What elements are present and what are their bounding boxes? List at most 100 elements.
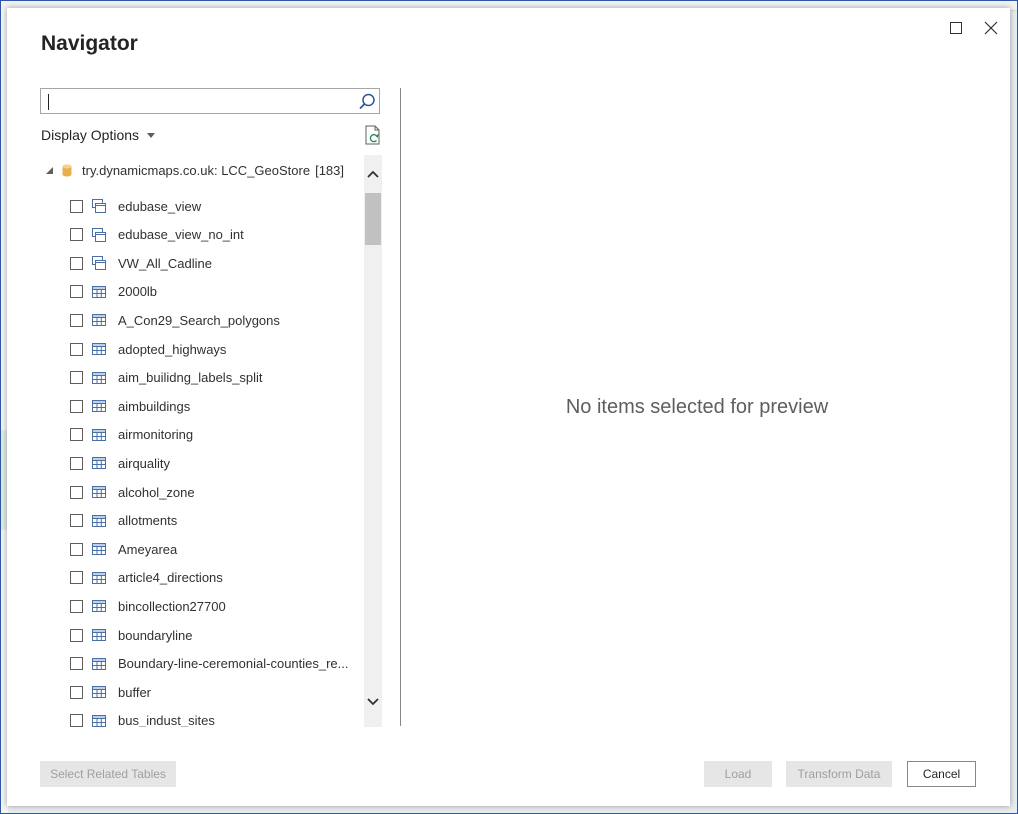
- tree-item[interactable]: article4_directions: [40, 566, 223, 590]
- table-icon: [91, 598, 107, 614]
- item-checkbox[interactable]: [70, 485, 83, 499]
- tree-scrollbar[interactable]: [364, 155, 382, 727]
- table-icon: [91, 455, 107, 471]
- tree-item[interactable]: bus_indust_sites: [40, 709, 215, 727]
- transform-data-button[interactable]: Transform Data: [786, 761, 892, 787]
- refresh-icon[interactable]: [364, 125, 382, 145]
- root-count: [183]: [315, 162, 344, 178]
- tree-item[interactable]: allotments: [40, 509, 177, 533]
- load-button[interactable]: Load: [704, 761, 772, 787]
- tree-item[interactable]: VW_All_Cadline: [40, 251, 212, 275]
- table-icon: [91, 484, 107, 500]
- item-label: Ameyarea: [118, 541, 178, 557]
- maximize-icon: [950, 22, 962, 34]
- item-checkbox[interactable]: [70, 571, 83, 585]
- item-checkbox[interactable]: [70, 371, 83, 385]
- tree-item[interactable]: A_Con29_Search_polygons: [40, 308, 280, 332]
- tree-item[interactable]: edubase_view: [40, 194, 201, 218]
- table-icon: [91, 370, 107, 386]
- navigator-dialog: Navigator Display Options try.dynamicmap…: [7, 8, 1010, 806]
- item-label: airmonitoring: [118, 427, 194, 443]
- item-label: aim_builidng_labels_split: [118, 370, 263, 386]
- tree-item[interactable]: alcohol_zone: [40, 480, 195, 504]
- caret-down-icon: [147, 132, 156, 138]
- view-icon: [91, 198, 107, 214]
- item-label: airquality: [118, 455, 171, 471]
- table-icon: [91, 284, 107, 300]
- tree-item[interactable]: aimbuildings: [40, 394, 190, 418]
- text-caret: [48, 94, 49, 110]
- select-related-tables-button[interactable]: Select Related Tables: [40, 761, 176, 787]
- pane-divider[interactable]: [400, 88, 401, 726]
- expand-collapse-icon[interactable]: [46, 166, 56, 174]
- item-label: adopted_highways: [118, 341, 227, 357]
- tree-item[interactable]: Boundary-line-ceremonial-counties_re...: [40, 652, 349, 676]
- view-icon: [91, 227, 107, 243]
- dialog-title: Navigator: [41, 32, 138, 55]
- database-icon: [62, 164, 72, 176]
- tree-root-node[interactable]: try.dynamicmaps.co.uk: LCC_GeoStore [183…: [40, 160, 344, 180]
- item-checkbox[interactable]: [70, 685, 83, 699]
- display-options-dropdown[interactable]: Display Options: [41, 127, 156, 143]
- item-label: Boundary-line-ceremonial-counties_re...: [118, 656, 349, 672]
- item-checkbox[interactable]: [70, 456, 83, 470]
- item-checkbox[interactable]: [70, 599, 83, 613]
- tree-item[interactable]: 2000lb: [40, 280, 157, 304]
- search-box[interactable]: [40, 88, 380, 114]
- item-checkbox[interactable]: [70, 428, 83, 442]
- item-label: 2000lb: [118, 284, 158, 300]
- scroll-up-button[interactable]: [364, 165, 382, 183]
- table-icon: [91, 312, 107, 328]
- item-checkbox[interactable]: [70, 657, 83, 671]
- item-checkbox[interactable]: [70, 714, 83, 727]
- table-icon: [91, 427, 107, 443]
- item-checkbox[interactable]: [70, 228, 83, 242]
- tree-item[interactable]: bincollection27700: [40, 594, 226, 618]
- item-checkbox[interactable]: [70, 256, 83, 270]
- table-icon: [91, 684, 107, 700]
- item-checkbox[interactable]: [70, 628, 83, 642]
- item-label: VW_All_Cadline: [118, 255, 212, 271]
- item-checkbox[interactable]: [70, 399, 83, 413]
- maximize-button[interactable]: [942, 14, 970, 42]
- table-icon: [91, 398, 107, 414]
- item-checkbox[interactable]: [70, 542, 83, 556]
- table-icon: [91, 513, 107, 529]
- scroll-thumb[interactable]: [365, 193, 381, 245]
- item-label: allotments: [118, 513, 178, 529]
- item-checkbox[interactable]: [70, 342, 83, 356]
- tree-item[interactable]: aim_builidng_labels_split: [40, 366, 263, 390]
- search-icon[interactable]: [357, 92, 377, 112]
- close-button[interactable]: [977, 14, 1005, 42]
- item-checkbox[interactable]: [70, 285, 83, 299]
- search-input[interactable]: [47, 91, 351, 113]
- item-label: bus_indust_sites: [118, 713, 215, 727]
- item-checkbox[interactable]: [70, 199, 83, 213]
- tree-item[interactable]: Ameyarea: [40, 537, 177, 561]
- item-label: A_Con29_Search_polygons: [118, 312, 280, 328]
- table-icon: [91, 541, 107, 557]
- tree-item[interactable]: boundaryline: [40, 623, 192, 647]
- table-icon: [91, 341, 107, 357]
- view-icon: [91, 255, 107, 271]
- item-label: buffer: [118, 684, 152, 700]
- item-checkbox[interactable]: [70, 514, 83, 528]
- scroll-down-button[interactable]: [364, 693, 382, 711]
- item-label: bincollection27700: [118, 598, 226, 614]
- item-label: boundaryline: [118, 627, 193, 643]
- item-label: alcohol_zone: [118, 484, 195, 500]
- tree-item[interactable]: airquality: [40, 451, 170, 475]
- tree-item[interactable]: airmonitoring: [40, 423, 193, 447]
- navigator-tree: try.dynamicmaps.co.uk: LCC_GeoStore [183…: [40, 153, 362, 727]
- tree-item[interactable]: buffer: [40, 680, 151, 704]
- item-label: edubase_view_no_int: [118, 227, 244, 243]
- chevron-down-icon: [367, 698, 379, 706]
- tree-item[interactable]: edubase_view_no_int: [40, 223, 244, 247]
- table-icon: [91, 656, 107, 672]
- chevron-up-icon: [367, 170, 379, 178]
- cancel-button[interactable]: Cancel: [907, 761, 976, 787]
- display-options-label: Display Options: [41, 127, 140, 143]
- table-icon: [91, 570, 107, 586]
- tree-item[interactable]: adopted_highways: [40, 337, 226, 361]
- item-checkbox[interactable]: [70, 313, 83, 327]
